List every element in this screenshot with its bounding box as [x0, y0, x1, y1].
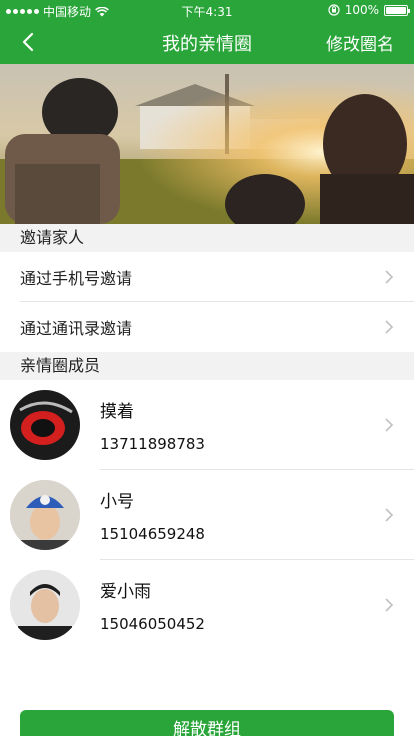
- status-bar: 中国移动 下午4:31 100%: [0, 0, 414, 20]
- invite-by-contacts-label: 通过通讯录邀请: [20, 319, 133, 338]
- member-row[interactable]: 小号 15104659248: [0, 470, 414, 560]
- invite-section-header: 邀请家人: [0, 224, 414, 252]
- member-name: 小号: [100, 492, 134, 512]
- chevron-right-icon: [385, 270, 394, 284]
- banner-image: [0, 64, 414, 224]
- chevron-right-icon: [385, 418, 394, 432]
- banner-illustration: [0, 64, 414, 224]
- avatar-person-cap-image: [10, 480, 80, 550]
- avatar-mouse-image: [10, 390, 80, 460]
- avatar: [10, 570, 80, 640]
- rename-circle-button[interactable]: 修改圈名: [326, 30, 394, 55]
- battery-icon: [384, 4, 410, 16]
- invite-by-contacts-row[interactable]: 通过通讯录邀请: [0, 302, 414, 352]
- member-phone: 15104659248: [100, 525, 205, 543]
- chevron-right-icon: [385, 320, 394, 334]
- invite-by-phone-label: 通过手机号邀请: [20, 269, 133, 288]
- avatar: [10, 390, 80, 460]
- member-phone: 15046050452: [100, 615, 205, 633]
- member-row[interactable]: 爱小雨 15046050452: [0, 560, 414, 650]
- navigation-bar: 我的亲情圈 修改圈名: [0, 20, 414, 64]
- top-bar: 中国移动 下午4:31 100% 我的亲情圈 修改圈名: [0, 0, 414, 64]
- member-phone: 13711898783: [100, 435, 205, 453]
- member-row[interactable]: 摸着 13711898783: [0, 380, 414, 470]
- status-right: 100%: [328, 3, 410, 17]
- battery-fill: [386, 6, 406, 14]
- battery-percent: 100%: [344, 3, 379, 17]
- members-section-header: 亲情圈成员: [0, 352, 414, 380]
- member-name: 摸着: [100, 402, 134, 422]
- orientation-lock-icon: [328, 4, 340, 16]
- chevron-right-icon: [385, 598, 394, 612]
- chevron-right-icon: [385, 508, 394, 522]
- avatar-person-image: [10, 570, 80, 640]
- avatar: [10, 480, 80, 550]
- dissolve-group-button[interactable]: 解散群组: [20, 710, 394, 736]
- member-name: 爱小雨: [100, 582, 151, 602]
- invite-by-phone-row[interactable]: 通过手机号邀请: [0, 252, 414, 302]
